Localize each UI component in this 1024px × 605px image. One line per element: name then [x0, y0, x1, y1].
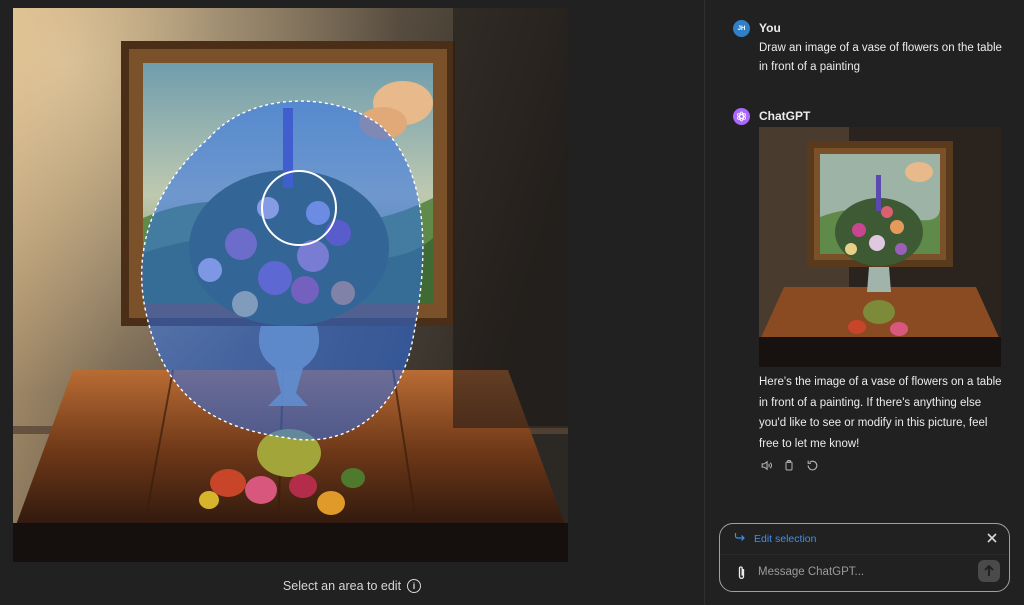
image-editor-pane: Select an area to edit i — [0, 0, 704, 605]
info-icon[interactable]: i — [407, 579, 422, 593]
user-message-text: Draw an image of a vase of flowers on th… — [759, 42, 1002, 73]
assistant-message: ChatGPT Here's the image of a vase of fl… — [733, 108, 1013, 488]
user-name: You — [759, 21, 781, 35]
user-message: JH You Draw an image of a vase of flower… — [733, 20, 1013, 80]
message-input[interactable] — [758, 562, 958, 582]
generated-image[interactable] — [13, 8, 568, 562]
edit-selection-label: Edit selection — [754, 532, 817, 545]
composer-divider — [721, 554, 1008, 555]
close-icon[interactable] — [985, 531, 999, 545]
edit-hint-text: Select an area to edit — [282, 579, 402, 593]
attach-icon[interactable] — [734, 564, 748, 582]
assistant-message-text: Here's the image of a vase of flowers on… — [759, 376, 1002, 450]
user-avatar: JH — [733, 20, 750, 37]
reply-arrow-icon — [734, 532, 746, 545]
chatgpt-logo-icon — [733, 108, 750, 125]
send-button[interactable] — [978, 560, 1000, 582]
speaker-icon[interactable] — [759, 458, 773, 472]
regenerate-icon[interactable] — [805, 458, 819, 472]
message-composer: Edit selection — [719, 523, 1010, 592]
chat-pane: JH You Draw an image of a vase of flower… — [705, 0, 1024, 605]
editable-image-canvas[interactable] — [13, 8, 568, 562]
edit-hint: Select an area to edit i — [0, 576, 704, 596]
generated-image-thumbnail[interactable] — [759, 127, 1001, 367]
copy-icon[interactable] — [782, 458, 796, 472]
assistant-name: ChatGPT — [759, 109, 811, 123]
message-actions — [759, 458, 819, 472]
edit-selection-indicator: Edit selection — [734, 532, 816, 545]
